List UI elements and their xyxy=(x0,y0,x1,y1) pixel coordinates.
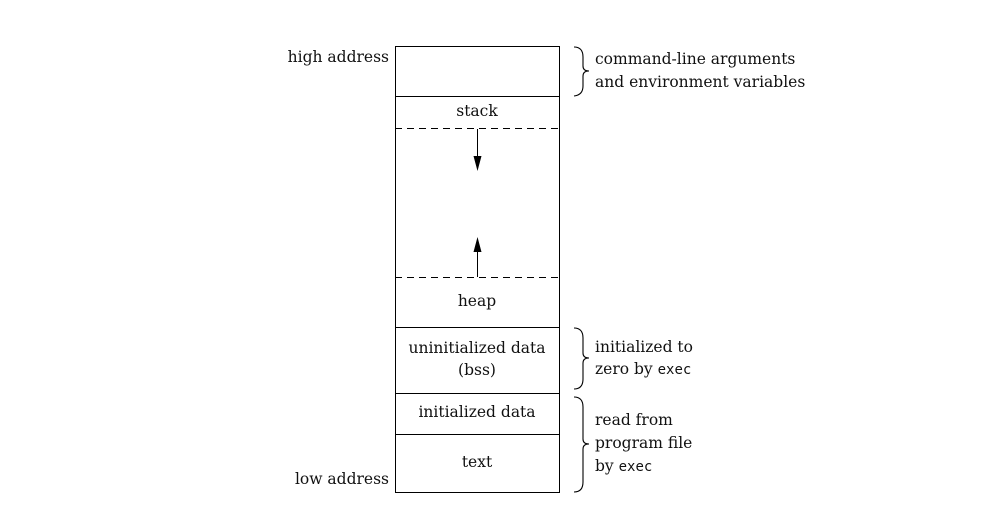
exec-code: exec xyxy=(618,459,653,475)
brace-args-icon xyxy=(573,46,590,97)
bss-label-line1: uninitialized data xyxy=(408,339,546,357)
text-annotation-prefix: by xyxy=(595,457,619,475)
bss-annotation-prefix: zero by xyxy=(595,360,658,378)
text-annotation-line2: program file xyxy=(595,434,693,452)
initialized-data-label: initialized data xyxy=(418,403,536,421)
stack-grows-down-arrow-icon xyxy=(473,129,482,171)
args-annotation-line1: command-line arguments xyxy=(595,50,796,68)
high-address-label: high address xyxy=(287,48,389,66)
heap-label: heap xyxy=(457,292,497,310)
text-annotation-line3: by exec xyxy=(595,455,652,478)
memory-layout-diagram: high address low address stack heap unin… xyxy=(0,0,990,522)
brace-text-icon xyxy=(573,396,590,493)
stack-label: stack xyxy=(456,102,498,120)
bss-label-line2: (bss) xyxy=(458,361,496,379)
heap-grows-up-arrow-icon xyxy=(473,237,482,277)
bss-annotation-line1: initialized to xyxy=(595,338,693,356)
brace-bss-icon xyxy=(573,327,590,390)
text-segment-label: text xyxy=(461,453,493,471)
diagram-lines xyxy=(395,46,590,493)
args-annotation-line2: and environment variables xyxy=(595,73,806,91)
text-annotation-line1: read from xyxy=(595,411,673,429)
low-address-label: low address xyxy=(294,470,389,488)
bss-annotation-line2: zero by exec xyxy=(595,358,691,381)
exec-code: exec xyxy=(657,362,692,378)
